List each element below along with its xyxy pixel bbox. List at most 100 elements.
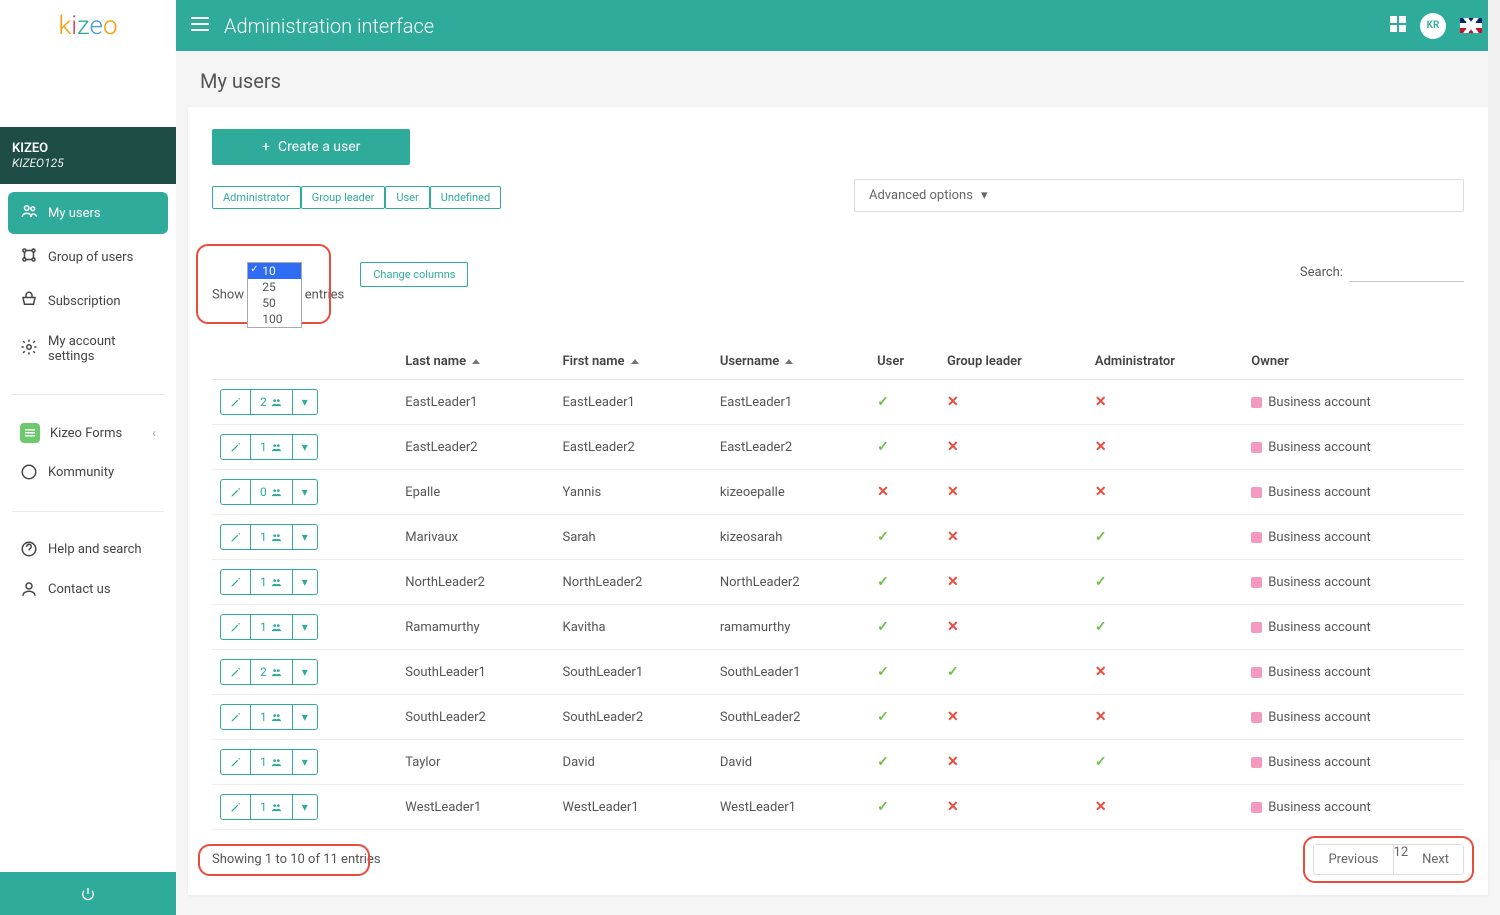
edit-button[interactable] [221, 660, 251, 684]
x-icon: ✕ [947, 799, 959, 815]
column-header-username[interactable]: Username [712, 344, 869, 380]
groups-button[interactable]: 1 [251, 750, 293, 774]
check-icon: ✓ [877, 394, 889, 410]
more-dropdown[interactable]: ▾ [293, 390, 317, 414]
groups-button[interactable]: 2 [251, 390, 293, 414]
filter-chip-undefined[interactable]: Undefined [430, 186, 501, 209]
groups-button[interactable]: 1 [251, 525, 293, 549]
logout-bar[interactable] [0, 872, 176, 915]
edit-button[interactable] [221, 615, 251, 639]
edit-button[interactable] [221, 435, 251, 459]
plus-icon: + [262, 139, 270, 155]
cell-first-name: WestLeader1 [555, 785, 712, 830]
cell-group-leader: ✕ [939, 560, 1087, 605]
user-avatar[interactable]: KR [1420, 13, 1446, 39]
edit-button[interactable] [221, 525, 251, 549]
groups-button[interactable]: 2 [251, 660, 293, 684]
row-actions: 1 ▾ [220, 524, 318, 550]
cell-group-leader: ✕ [939, 470, 1087, 515]
pagination-page-2[interactable]: 2 [1401, 845, 1408, 874]
more-dropdown[interactable]: ▾ [293, 525, 317, 549]
more-dropdown[interactable]: ▾ [293, 570, 317, 594]
owner-color-icon [1251, 712, 1262, 723]
language-flag-icon[interactable] [1460, 18, 1482, 33]
forms-badge-icon [20, 423, 40, 443]
edit-button[interactable] [221, 390, 251, 414]
row-actions: 1 ▾ [220, 794, 318, 820]
sidebar-item-my-users[interactable]: My users [8, 192, 168, 234]
length-option-100[interactable]: 100 [248, 311, 300, 327]
more-dropdown[interactable]: ▾ [293, 750, 317, 774]
table-row: 1 ▾ Ramamurthy Kavitha ramamurthy ✓ ✕ ✓ … [212, 605, 1464, 650]
edit-button[interactable] [221, 750, 251, 774]
groups-button[interactable]: 1 [251, 570, 293, 594]
groups-button[interactable]: 0 [251, 480, 293, 504]
sidebar-item-contact[interactable]: Contact us [8, 570, 168, 608]
change-columns-button[interactable]: Change columns [360, 262, 468, 287]
sidebar-item-kommunity[interactable]: Kommunity [8, 453, 168, 491]
owner-color-icon [1251, 757, 1262, 768]
cell-first-name: SouthLeader1 [555, 650, 712, 695]
more-dropdown[interactable]: ▾ [293, 435, 317, 459]
table-row: 1 ▾ Taylor David David ✓ ✕ ✓ Business ac… [212, 740, 1464, 785]
more-dropdown[interactable]: ▾ [293, 795, 317, 819]
create-user-label: Create a user [278, 139, 360, 155]
groups-button[interactable]: 1 [251, 705, 293, 729]
x-icon: ✕ [1095, 709, 1107, 725]
advanced-options-dropdown[interactable]: Advanced options ▾ [854, 179, 1464, 212]
edit-button[interactable] [221, 705, 251, 729]
x-icon: ✕ [947, 709, 959, 725]
sidebar-item-subscription[interactable]: Subscription [8, 280, 168, 322]
column-header-administrator: Administrator [1087, 344, 1243, 380]
entries-length-select[interactable]: 102550100 [247, 262, 301, 328]
length-option-25[interactable]: 25 [248, 279, 300, 295]
column-header-first-name[interactable]: First name [555, 344, 712, 380]
groups-button[interactable]: 1 [251, 615, 293, 639]
x-icon: ✕ [1095, 799, 1107, 815]
cell-owner: Business account [1243, 785, 1464, 830]
filter-chip-administrator[interactable]: Administrator [212, 186, 301, 209]
scrollbar[interactable] [1488, 0, 1500, 760]
pagination-next[interactable]: Next [1408, 845, 1463, 874]
pagination-previous[interactable]: Previous [1314, 845, 1393, 874]
check-icon: ✓ [1095, 754, 1107, 770]
logo[interactable]: kizeo [0, 0, 176, 51]
more-dropdown[interactable]: ▾ [293, 480, 317, 504]
cell-user: ✓ [869, 515, 939, 560]
sidebar-item-label: Subscription [48, 294, 121, 309]
table-row: 2 ▾ SouthLeader1 SouthLeader1 SouthLeade… [212, 650, 1464, 695]
sidebar-item-my-account-settings[interactable]: My account settings [8, 324, 168, 374]
apps-icon[interactable] [1390, 16, 1406, 36]
x-icon: ✕ [947, 574, 959, 590]
groups-button[interactable]: 1 [251, 795, 293, 819]
edit-button[interactable] [221, 795, 251, 819]
more-dropdown[interactable]: ▾ [293, 660, 317, 684]
cell-owner: Business account [1243, 425, 1464, 470]
search-input[interactable] [1349, 262, 1464, 282]
x-icon: ✕ [947, 754, 959, 770]
create-user-button[interactable]: + Create a user [212, 129, 410, 165]
sidebar-item-help[interactable]: Help and search [8, 530, 168, 568]
more-dropdown[interactable]: ▾ [293, 705, 317, 729]
column-header-last-name[interactable]: Last name [397, 344, 554, 380]
edit-button[interactable] [221, 570, 251, 594]
group-icon [20, 246, 38, 268]
x-icon: ✕ [1095, 394, 1107, 410]
more-dropdown[interactable]: ▾ [293, 615, 317, 639]
length-option-50[interactable]: 50 [248, 295, 300, 311]
cell-first-name: NorthLeader2 [555, 560, 712, 605]
filter-chip-group-leader[interactable]: Group leader [301, 186, 386, 209]
edit-button[interactable] [221, 480, 251, 504]
pagination-page-1[interactable]: 1 [1394, 845, 1401, 874]
filter-chip-user[interactable]: User [385, 186, 429, 209]
sidebar-item-label: Contact us [48, 582, 111, 597]
column-header-owner: Owner [1243, 344, 1464, 380]
cell-administrator: ✕ [1087, 785, 1243, 830]
length-option-10[interactable]: 10 [248, 263, 300, 279]
groups-button[interactable]: 1 [251, 435, 293, 459]
cell-user: ✓ [869, 560, 939, 605]
sidebar-item-kizeo-forms[interactable]: Kizeo Forms ‹ [8, 413, 168, 453]
cell-last-name: Marivaux [397, 515, 554, 560]
menu-toggle-icon[interactable] [191, 15, 209, 37]
sidebar-item-group-of-users[interactable]: Group of users [8, 236, 168, 278]
